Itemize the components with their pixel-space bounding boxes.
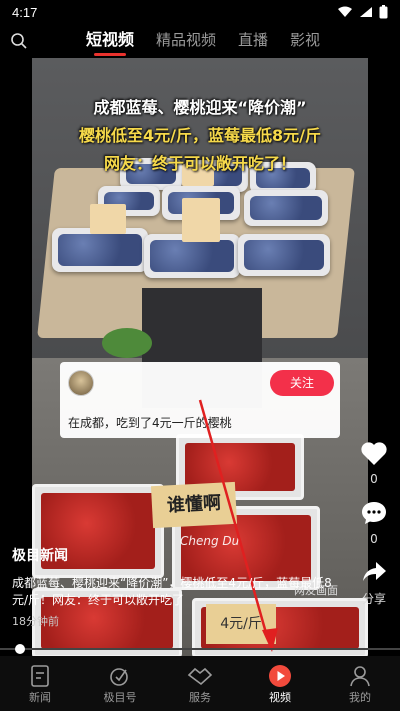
wifi-icon — [338, 6, 352, 17]
blueberry-tray — [238, 234, 330, 276]
tab-short-video[interactable]: 短视频 — [86, 28, 134, 56]
nav-service[interactable]: 服务 — [165, 663, 235, 705]
progress-knob[interactable] — [15, 644, 25, 654]
share-icon[interactable] — [361, 560, 387, 584]
tab-film[interactable]: 影视 — [290, 28, 320, 54]
avatar[interactable] — [68, 370, 94, 396]
nav-video[interactable]: 视频 — [245, 663, 315, 705]
blueberry-tray — [52, 228, 148, 272]
nav-news[interactable]: 新闻 — [5, 663, 75, 705]
post-time: 18分钟前 — [12, 615, 59, 628]
nav-video-label: 视频 — [269, 690, 291, 704]
nav-mine-label: 我的 — [349, 690, 371, 704]
jimu-account-icon — [110, 667, 128, 686]
blueberry-tray — [244, 190, 328, 226]
recommend-card[interactable]: 关注 在成都，吃到了4元一斤的樱桃 — [60, 362, 340, 438]
user-icon — [350, 665, 370, 686]
price-card — [90, 204, 126, 234]
price-card — [182, 198, 220, 242]
signal-icon — [360, 7, 372, 17]
handshake-icon — [187, 667, 213, 685]
search-icon[interactable] — [10, 32, 28, 54]
playback-progress[interactable] — [0, 644, 400, 654]
nav-mine[interactable]: 我的 — [325, 663, 395, 705]
status-bar: 4:17 — [0, 0, 400, 24]
nav-service-label: 服务 — [189, 690, 211, 704]
tab-live[interactable]: 直播 — [238, 28, 268, 54]
video-description: 成都蓝莓、樱桃迎来“降价潮”，樱桃低至4元/斤，蓝莓最低8元/斤！网友：终于可以… — [12, 576, 332, 607]
like-count: 0 — [370, 472, 378, 486]
video-caption: 极目新闻 成都蓝莓、樱桃迎来“降价潮”，樱桃低至4元/斤，蓝莓最低8元/斤！网友… — [12, 545, 342, 629]
comment-action[interactable]: 0 — [356, 500, 392, 546]
top-nav: 短视频 精品视频 直播 影视 — [0, 28, 400, 56]
recommend-card-text: 在成都，吃到了4元一斤的樱桃 — [68, 416, 232, 430]
leaves — [102, 328, 152, 358]
nav-news-label: 新闻 — [29, 690, 51, 704]
share-label: 分享 — [361, 592, 386, 606]
status-icons — [337, 5, 388, 19]
like-action[interactable]: 0 — [356, 440, 392, 486]
status-time: 4:17 — [12, 4, 38, 20]
sign-who-knows: 谁懂啊 — [150, 481, 238, 529]
share-action[interactable]: 分享 — [356, 560, 392, 607]
heart-icon[interactable] — [360, 440, 388, 466]
comment-count: 0 — [370, 532, 378, 546]
author-name[interactable]: 极目新闻 — [12, 545, 342, 565]
nav-jimu-account-label: 极目号 — [103, 690, 137, 704]
tab-bar: 短视频 精品视频 直播 影视 — [86, 28, 342, 56]
headline-line-2: 樱桃低至4元/斤，蓝莓最低8元/斤 — [79, 126, 321, 145]
side-actions: 0 0 分享 — [356, 440, 392, 621]
nav-jimu-account[interactable]: 极目号 — [85, 663, 155, 705]
tab-premium-video[interactable]: 精品视频 — [156, 28, 216, 54]
video-headline: 成都蓝莓、樱桃迎来“降价潮” 樱桃低至4元/斤，蓝莓最低8元/斤 网友：终于可以… — [32, 94, 368, 174]
headline-line-3: 网友：终于可以敞开吃了！ — [103, 154, 296, 173]
follow-button[interactable]: 关注 — [270, 370, 334, 396]
headline-line-1: 成都蓝莓、樱桃迎来“降价潮” — [93, 98, 307, 117]
video-play-icon — [269, 664, 291, 687]
news-icon — [31, 664, 49, 687]
bottom-nav: 新闻 极目号 服务 视频 我的 — [0, 656, 400, 711]
comment-icon[interactable] — [360, 500, 388, 526]
battery-icon — [379, 5, 388, 19]
